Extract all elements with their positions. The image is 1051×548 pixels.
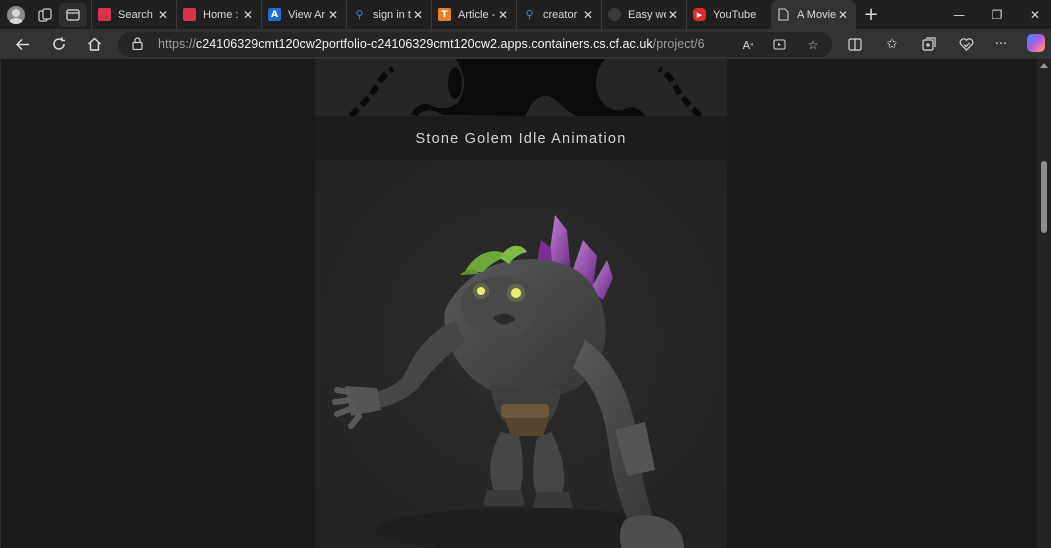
youtube-favicon-icon: ▶ xyxy=(693,8,706,21)
tab-title: Home : xyxy=(203,8,239,21)
tab-title: Article - xyxy=(458,8,496,21)
tab-title: Search xyxy=(118,8,153,21)
tab-title: Easy we xyxy=(628,8,666,21)
page-favicon-icon xyxy=(777,8,790,21)
close-icon[interactable]: ✕ xyxy=(156,8,170,22)
refresh-icon[interactable] xyxy=(46,32,72,56)
scroll-up-arrow-icon[interactable] xyxy=(1040,63,1048,68)
project-caption: Stone Golem Idle Animation xyxy=(415,131,627,147)
url-path: /project/6 xyxy=(652,37,705,51)
search-favicon-icon: ⚲ xyxy=(525,8,534,21)
azure-devops-favicon-icon: A xyxy=(268,8,281,21)
address-url[interactable]: https://c24106329cmt120cw2portfolio-c241… xyxy=(158,37,705,51)
page-viewport: Stone Golem Idle Animation xyxy=(0,59,1037,548)
page-scrollbar[interactable] xyxy=(1037,59,1051,548)
url-host: c24106329cmt120cw2portfolio-c24106329cmt… xyxy=(195,37,653,51)
tab-home[interactable]: Home : ✕ xyxy=(176,0,261,29)
more-options-icon[interactable]: ··· xyxy=(990,34,1012,54)
red-grid-favicon-icon xyxy=(98,8,111,21)
search-favicon-icon: ⚲ xyxy=(355,8,364,21)
address-bar[interactable]: https://c24106329cmt120cw2portfolio-c241… xyxy=(118,32,832,57)
favorites-icon[interactable]: ✩ xyxy=(881,34,903,54)
workspaces-icon[interactable] xyxy=(31,3,59,27)
tab-view-ar[interactable]: A View Ar ✕ xyxy=(261,0,346,29)
close-icon[interactable]: ✕ xyxy=(241,8,255,22)
tab-title: creator xyxy=(543,8,578,21)
close-window-icon[interactable]: ✕ xyxy=(1012,0,1051,29)
close-icon[interactable]: ✕ xyxy=(666,8,680,22)
tab-easy-we[interactable]: Easy we ✕ xyxy=(601,0,686,29)
close-icon[interactable]: ✕ xyxy=(411,8,425,22)
tab-title: YouTube xyxy=(713,8,757,21)
stone-golem-image xyxy=(315,160,727,548)
scrollbar-thumb[interactable] xyxy=(1041,161,1047,233)
app-available-icon[interactable] xyxy=(769,36,789,54)
home-icon[interactable] xyxy=(81,32,107,56)
tab-actions-icon[interactable] xyxy=(59,2,87,27)
tab-article[interactable]: T Article - ✕ xyxy=(431,0,516,29)
copilot-icon[interactable] xyxy=(1027,34,1045,52)
browser-essentials-heart-icon[interactable] xyxy=(955,34,977,54)
lock-icon[interactable] xyxy=(130,37,144,51)
t-favicon-icon: T xyxy=(438,8,451,21)
split-screen-icon[interactable] xyxy=(844,34,866,54)
tab-title: View Ar xyxy=(288,8,326,21)
previous-project-image xyxy=(315,59,727,116)
browser-toolbar: https://c24106329cmt120cw2portfolio-c241… xyxy=(0,29,1051,59)
tab-youtube[interactable]: ▶ YouTube xyxy=(686,0,771,29)
close-icon[interactable]: ✕ xyxy=(326,8,340,22)
close-icon[interactable]: ✕ xyxy=(836,8,850,22)
tab-title: sign in t xyxy=(373,8,411,21)
read-aloud-icon[interactable]: Aᵃ xyxy=(738,36,758,54)
tab-strip: Search ✕ Home : ✕ A View Ar ✕ ⚲ sign in … xyxy=(0,0,1051,29)
profile-avatar-icon[interactable] xyxy=(7,5,25,24)
tab-a-movie[interactable]: A Movie ✕ xyxy=(771,0,856,29)
close-icon[interactable]: ✕ xyxy=(581,8,595,22)
close-icon[interactable]: ✕ xyxy=(496,8,510,22)
github-favicon-icon xyxy=(608,8,621,21)
tab-search[interactable]: Search ✕ xyxy=(91,0,176,29)
collections-icon[interactable] xyxy=(918,34,940,54)
back-arrow-icon[interactable] xyxy=(9,32,35,56)
url-scheme: https:// xyxy=(158,37,196,51)
red-grid-favicon-icon xyxy=(183,8,196,21)
favorite-star-icon[interactable]: ☆ xyxy=(803,36,823,54)
tab-title: A Movie xyxy=(797,8,836,21)
tab-creator[interactable]: ⚲ creator ✕ xyxy=(516,0,601,29)
new-tab-plus-icon[interactable]: + xyxy=(856,4,886,25)
tab-sign-in[interactable]: ⚲ sign in t ✕ xyxy=(346,0,431,29)
